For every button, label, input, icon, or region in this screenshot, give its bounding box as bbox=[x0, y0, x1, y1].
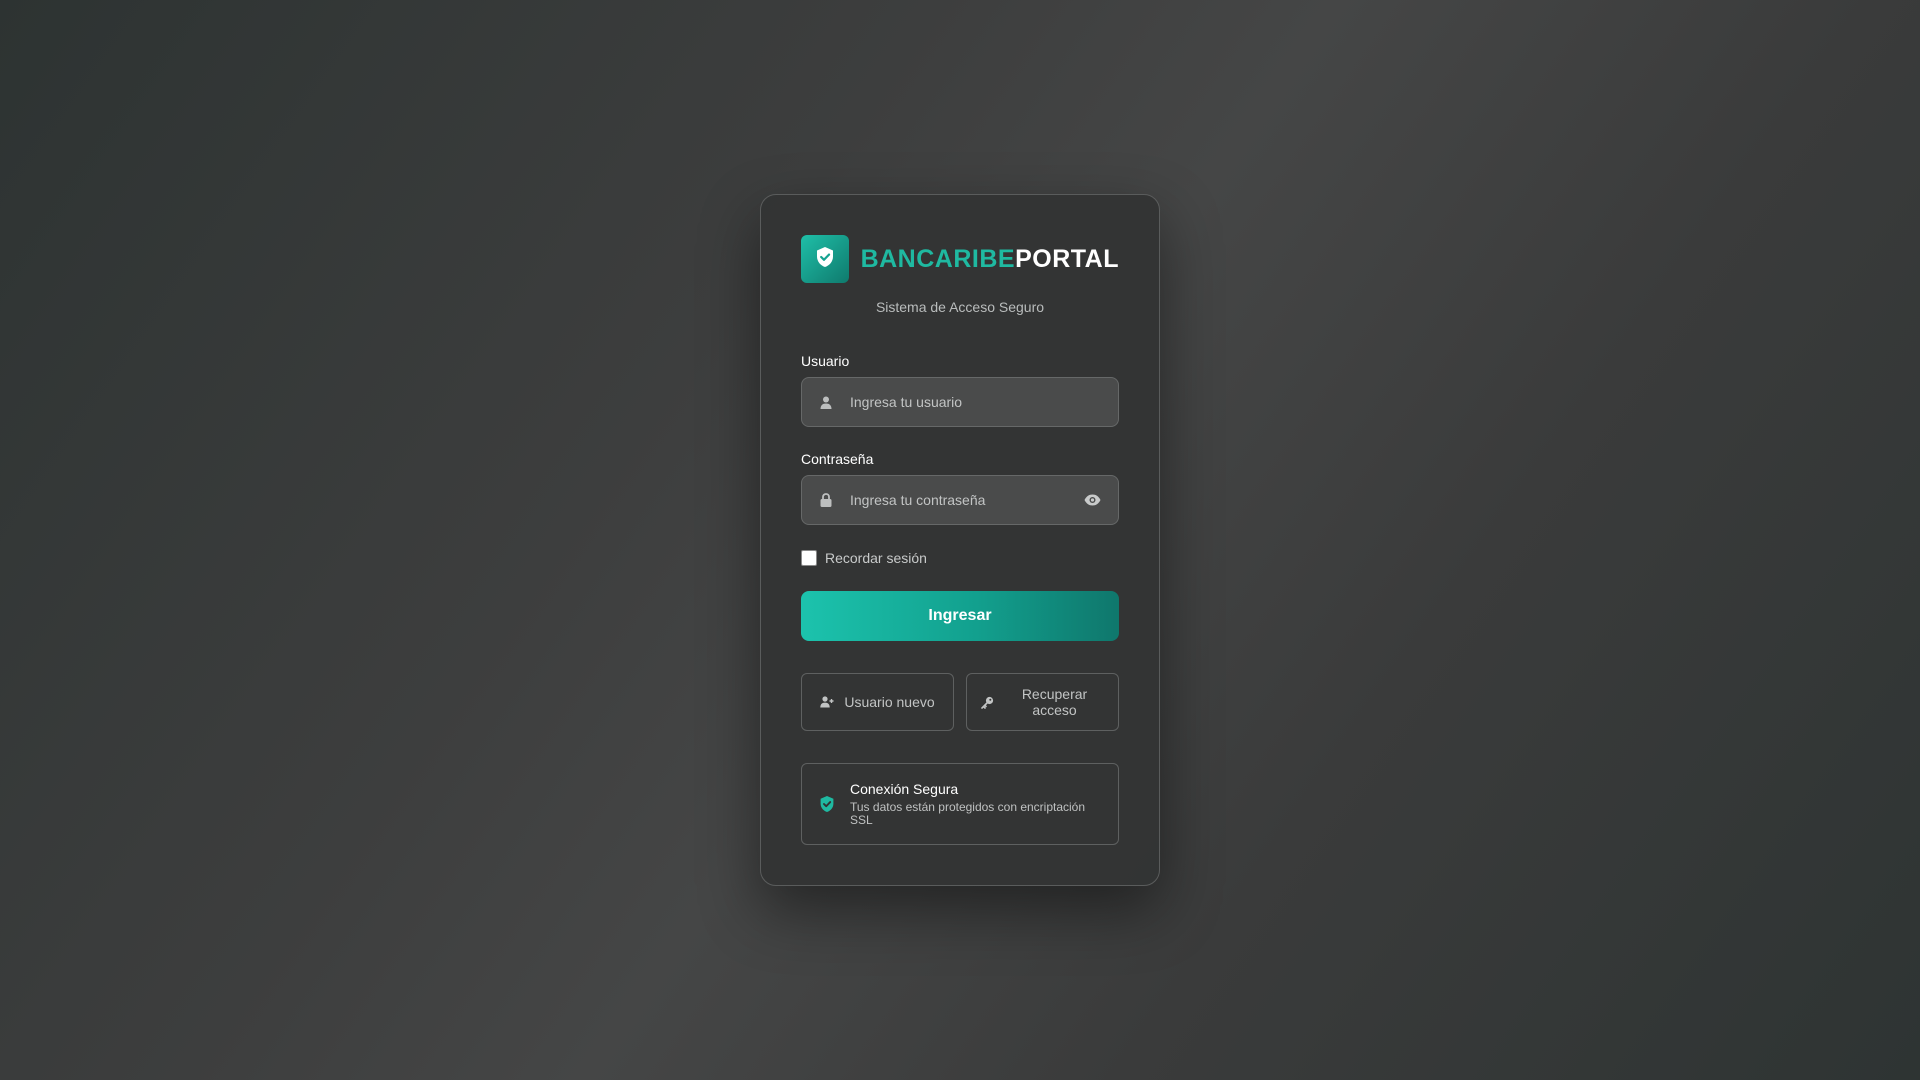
secure-text: Conexión Segura Tus datos están protegid… bbox=[850, 781, 1110, 827]
login-card: BANCARIBEPORTAL Sistema de Acceso Seguro… bbox=[760, 194, 1160, 886]
password-field bbox=[801, 475, 1119, 525]
remember-session: Recordar sesión bbox=[801, 549, 1119, 567]
shield-check-icon bbox=[815, 246, 835, 273]
secure-title: Conexión Segura bbox=[850, 781, 959, 797]
secondary-actions: Usuario nuevo Recuperar acceso bbox=[801, 673, 1119, 731]
recover-access-button[interactable]: Recuperar acceso bbox=[966, 673, 1119, 731]
remember-label: Recordar sesión bbox=[825, 550, 927, 566]
user-icon bbox=[818, 394, 834, 410]
eye-icon[interactable] bbox=[1082, 492, 1102, 508]
key-icon bbox=[981, 695, 995, 709]
secure-description: Tus datos están protegidos con encriptac… bbox=[850, 800, 1086, 827]
username-label: Usuario bbox=[801, 353, 850, 369]
username-input[interactable] bbox=[850, 394, 1102, 410]
shield-check-icon bbox=[818, 795, 836, 813]
username-field bbox=[801, 377, 1119, 427]
brand-name: BANCARIBEPORTAL bbox=[861, 245, 1119, 274]
new-user-label: Usuario nuevo bbox=[844, 694, 935, 710]
brand-name-part1: BANCARIBE bbox=[860, 244, 1016, 273]
subtitle: Sistema de Acceso Seguro bbox=[875, 299, 1045, 315]
user-plus-icon bbox=[820, 695, 834, 709]
brand-logo bbox=[801, 235, 849, 283]
password-input[interactable] bbox=[850, 492, 1082, 508]
lock-icon bbox=[818, 492, 834, 508]
new-user-button[interactable]: Usuario nuevo bbox=[801, 673, 954, 731]
recover-access-label: Recuperar acceso bbox=[1021, 686, 1088, 718]
brand-name-part2: PORTAL bbox=[1015, 244, 1119, 273]
secure-connection-notice: Conexión Segura Tus datos están protegid… bbox=[801, 763, 1119, 845]
remember-checkbox[interactable] bbox=[801, 550, 817, 566]
login-button[interactable]: Ingresar bbox=[801, 591, 1119, 641]
brand-header: BANCARIBEPORTAL bbox=[801, 235, 1119, 283]
password-label: Contraseña bbox=[801, 451, 874, 467]
